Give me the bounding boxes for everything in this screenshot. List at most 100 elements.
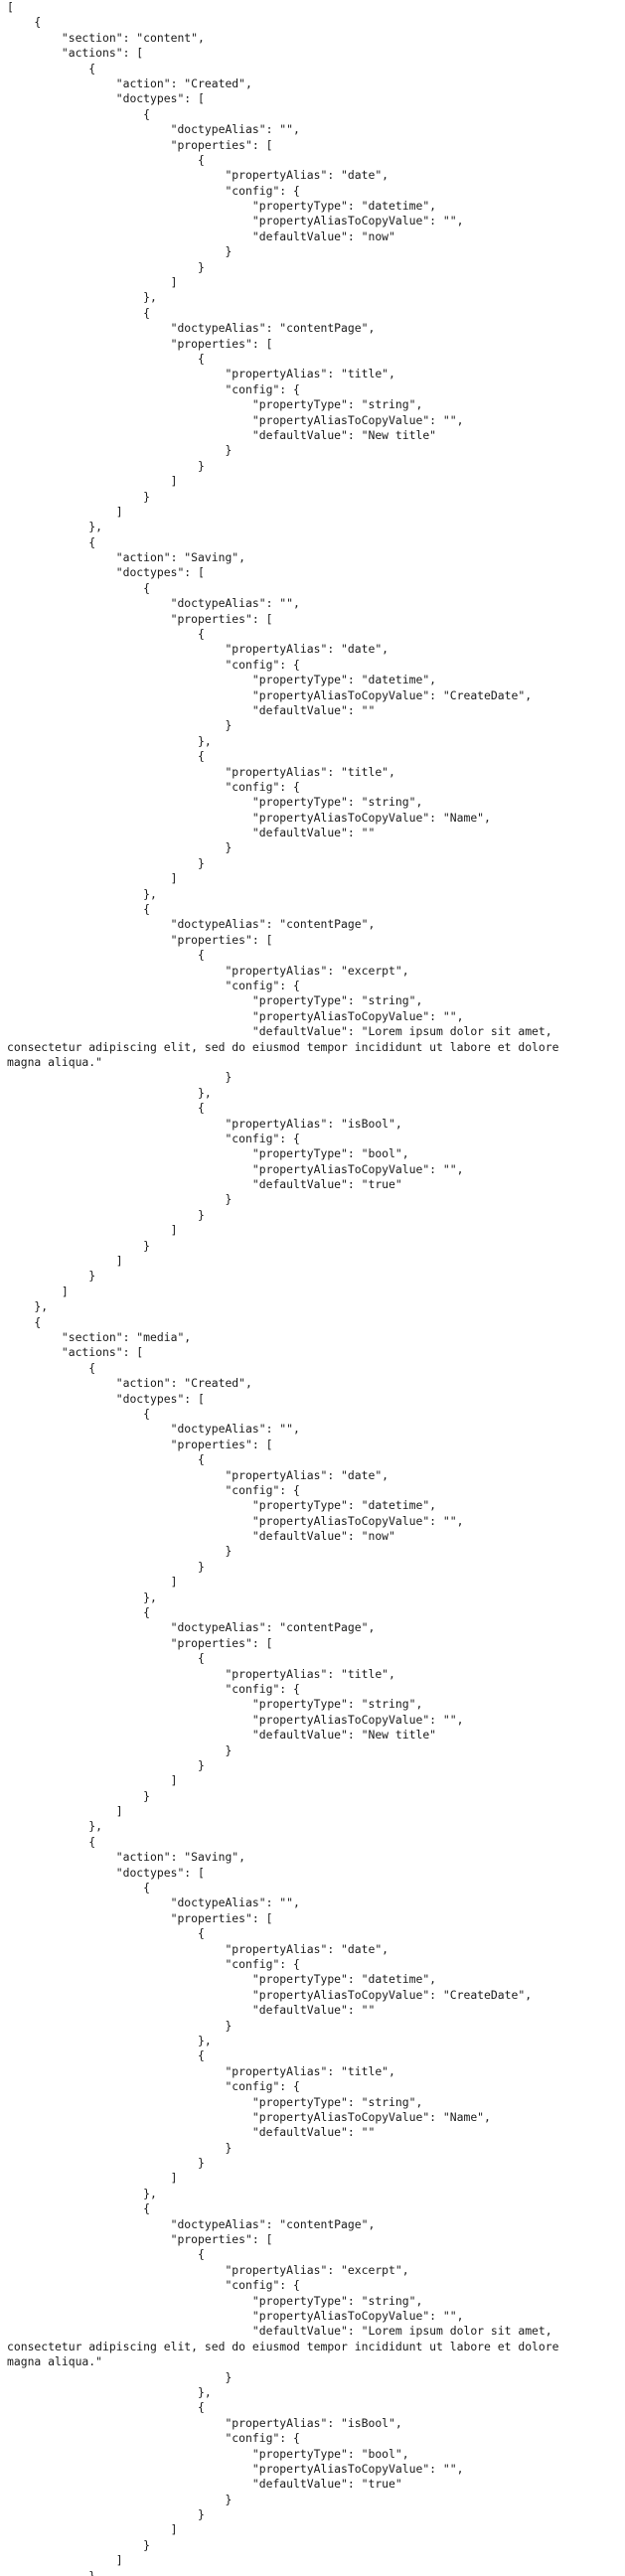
code-line: "action": "Created", [7,1376,252,1391]
code-line: "propertyType": "string", [7,993,423,1008]
code-line: "properties": [ [7,1635,273,1650]
code-line: { [7,152,205,167]
code-line: "properties": [ [7,932,273,947]
code-line: "doctypes": [ [7,1391,205,1406]
code-line: } [7,855,205,870]
code-line: { [7,580,151,595]
code-line: ] [7,1575,178,1590]
code-line: "propertyAliasToCopyValue": "", [7,1513,464,1528]
code-line: { [7,1605,151,1620]
code-line: "actions": [ [7,46,144,61]
code-line: "doctypeAlias": "contentPage", [7,2216,376,2231]
code-line: "doctypeAlias": "contentPage", [7,917,376,932]
code-line: ] [7,275,178,290]
code-line: { [7,1452,205,1467]
code-line: "propertyAliasToCopyValue": "", [7,2308,464,2323]
code-line: "config": { [7,779,300,794]
code-line: "properties": [ [7,1437,273,1451]
code-line: "properties": [ [7,336,273,351]
code-line: magna aliqua." [7,1054,103,1069]
code-line: { [7,2247,205,2262]
code-line: "propertyAliasToCopyValue": "", [7,214,464,228]
code-line: "propertyType": "datetime", [7,199,437,214]
code-line: "propertyAlias": "isBool", [7,1116,402,1131]
code-line: consectetur adipiscing elit, sed do eius… [7,1039,559,1054]
code-line: } [7,443,233,458]
code-line: "propertyType": "string", [7,2293,423,2308]
code-line: "doctypes": [ [7,565,205,580]
code-line: } [7,259,205,274]
code-line: "config": { [7,657,300,672]
code-line: { [7,1651,205,1666]
code-line: "defaultValue": "true" [7,1177,402,1192]
code-line: ] [7,1223,178,1238]
code-line: }, [7,886,157,901]
code-line: } [7,1757,205,1772]
code-line: ] [7,1804,123,1819]
code-line: } [7,1788,151,1803]
code-line: ] [7,1254,123,1269]
code-line: { [7,305,151,320]
code-line: "propertyAliasToCopyValue": "Name", [7,2109,491,2124]
code-line: "defaultValue": "true" [7,2477,402,2492]
code-line: "defaultValue": "" [7,2003,376,2018]
code-line: "section": "media", [7,1329,192,1344]
code-line: }, [7,2186,157,2200]
code-line: "config": { [7,1482,300,1497]
code-line: "defaultValue": "now" [7,1529,395,1544]
code-line: { [7,948,205,963]
code-line: } [7,2537,151,2552]
code-line: "propertyType": "datetime", [7,1498,437,1513]
code-line: }, [7,1590,157,1604]
code-line: "propertyType": "bool", [7,2446,409,2461]
code-line: { [7,2400,205,2415]
code-line: { [7,15,42,30]
code-line: { [7,2201,151,2216]
code-line: "propertyAlias": "date", [7,642,390,657]
code-line: "config": { [7,1681,300,1696]
code-line: "propertyAliasToCopyValue": "CreateDate"… [7,687,533,702]
code-line: "doctypeAlias": "contentPage", [7,321,376,336]
code-line: { [7,2048,205,2063]
code-line: "config": { [7,1131,300,1145]
code-line: }, [7,520,103,534]
code-line: "propertyType": "datetime", [7,673,437,687]
code-line: ] [7,2522,178,2537]
code-line: { [7,1834,96,1849]
code-line: "propertyType": "bool", [7,1146,409,1161]
code-line: "propertyAlias": "date", [7,168,390,183]
code-line: } [7,2018,233,2033]
code-line: "propertyAlias": "isBool", [7,2415,402,2430]
code-line: { [7,534,96,549]
code-line: "propertyAliasToCopyValue": "Name", [7,810,491,825]
code-line: { [7,1314,42,1329]
code-line: ] [7,504,123,519]
code-line: }, [7,2033,212,2047]
code-line: } [7,1269,96,1284]
code-line: { [7,106,151,121]
code-line: } [7,2369,233,2384]
code-line: "propertyAlias": "date", [7,1941,390,1956]
code-line: { [7,749,205,764]
code-line: } [7,840,233,855]
code-line: "propertyAliasToCopyValue": "", [7,1161,464,1176]
code-line: ] [7,1284,69,1298]
code-line: "propertyAliasToCopyValue": "", [7,2461,464,2476]
code-line: "defaultValue": "now" [7,228,395,243]
code-line: }, [7,290,157,305]
code-line: "propertyAlias": "title", [7,367,395,381]
code-line: "defaultValue": "" [7,826,376,840]
code-line: "propertyAlias": "title", [7,764,395,779]
code-line: { [7,61,96,76]
code-line: "config": { [7,2431,300,2446]
code-line: "properties": [ [7,2232,273,2247]
code-line: "doctypeAlias": "", [7,596,300,611]
code-line: { [7,1881,151,1895]
code-line: ] [7,871,178,886]
code-line: "action": "Saving", [7,1850,246,1865]
code-line: { [7,1406,151,1421]
code-line: "doctypeAlias": "", [7,1895,300,1910]
code-line: "action": "Saving", [7,550,246,565]
code-line: { [7,1360,96,1375]
code-line: "doctypeAlias": "", [7,1422,300,1437]
